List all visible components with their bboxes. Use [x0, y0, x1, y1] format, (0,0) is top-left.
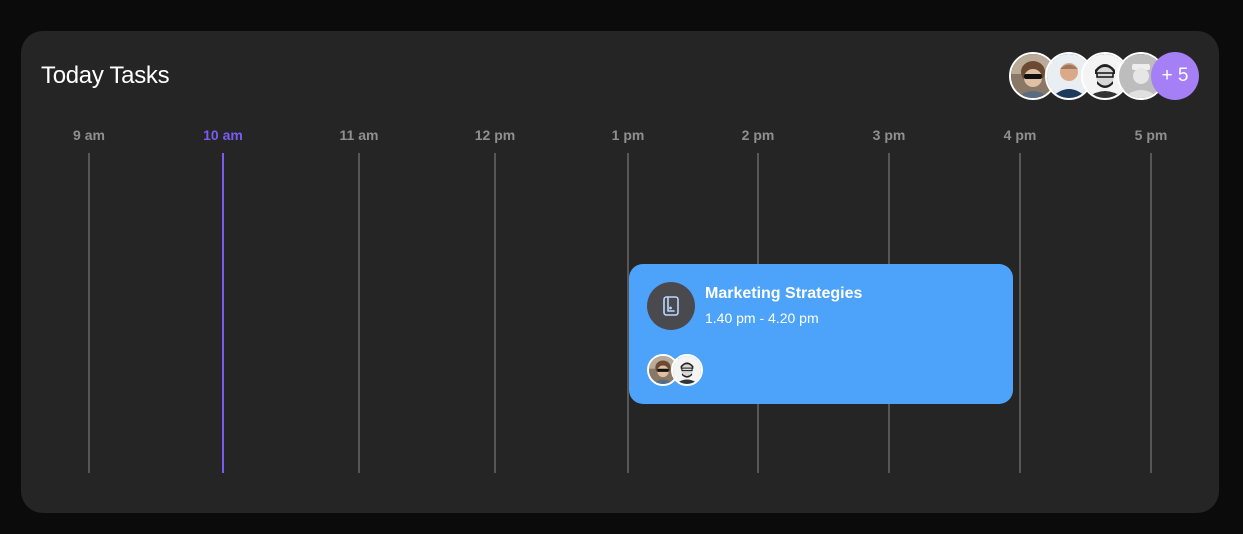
hour-gridline: [1150, 153, 1152, 473]
more-members-badge[interactable]: + 5: [1151, 52, 1199, 100]
current-time-line: [222, 153, 224, 473]
hour-gridline: [1019, 153, 1021, 473]
today-tasks-card: Today Tasks + 5 9 am 10 am 11 am 12 pm 1…: [21, 31, 1219, 513]
hour-label: 1 pm: [611, 127, 645, 143]
hour-label: 11 am: [339, 127, 379, 143]
hour-label: 5 pm: [1134, 127, 1168, 143]
hour-gridline: [358, 153, 360, 473]
assignee-avatar-2[interactable]: [671, 354, 703, 386]
card-title: Today Tasks: [41, 62, 170, 89]
task-title: Marketing Strategies: [705, 285, 863, 302]
tablet-icon: [647, 282, 695, 330]
hour-gridline: [494, 153, 496, 473]
hour-label: 2 pm: [741, 127, 775, 143]
hour-gridline: [88, 153, 90, 473]
team-avatars[interactable]: + 5: [1009, 52, 1199, 100]
hour-label: 9 am: [73, 127, 105, 143]
hour-label: 4 pm: [1003, 127, 1037, 143]
hour-label: 12 pm: [474, 127, 516, 143]
task-time: 1.40 pm - 4.20 pm: [705, 310, 819, 326]
hour-label: 3 pm: [872, 127, 906, 143]
task-card-marketing-strategies[interactable]: Marketing Strategies 1.40 pm - 4.20 pm: [629, 264, 1013, 404]
hour-label: 10 am: [203, 127, 243, 143]
